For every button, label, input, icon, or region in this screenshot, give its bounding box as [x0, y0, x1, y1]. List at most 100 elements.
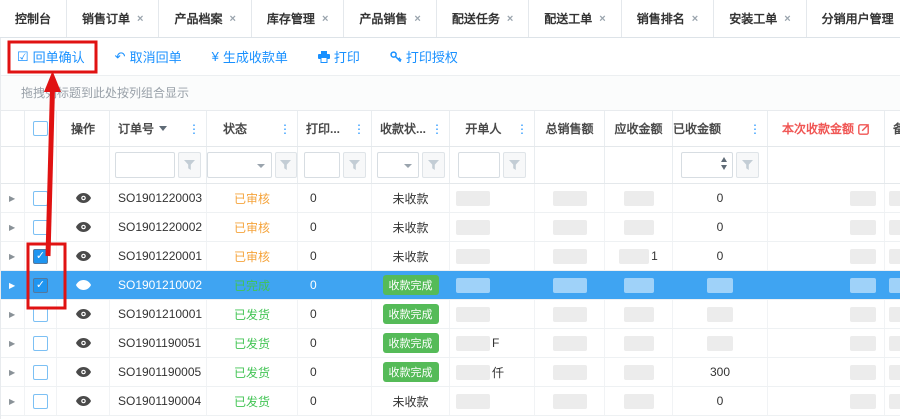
cancel-receipt-button[interactable]: ↶取消回单	[115, 47, 182, 66]
filter-funnel-button[interactable]	[422, 152, 445, 178]
view-icon[interactable]	[76, 367, 91, 377]
tab-close-icon[interactable]: ×	[322, 13, 328, 25]
row-checkbox[interactable]: ✓	[33, 278, 48, 293]
cell-action	[57, 271, 110, 299]
tab-销售订单[interactable]: 销售订单×	[67, 0, 159, 37]
spinner-down-icon[interactable]	[721, 165, 727, 170]
sort-desc-icon[interactable]	[159, 126, 167, 131]
header-receivable: 应收金额	[605, 111, 673, 146]
row-checkbox[interactable]	[33, 191, 48, 206]
filter-number-input[interactable]	[681, 152, 733, 178]
header-paystat[interactable]: 收款状...⋮	[372, 111, 450, 146]
row-checkbox[interactable]	[33, 307, 48, 322]
cell-received	[673, 300, 768, 328]
row-checkbox[interactable]	[33, 220, 48, 235]
row-expand-icon[interactable]: ▶	[9, 368, 15, 377]
filter-funnel-button[interactable]	[736, 152, 759, 178]
tab-close-icon[interactable]: ×	[599, 13, 605, 25]
view-icon[interactable]	[76, 280, 91, 290]
tab-销售排名[interactable]: 销售排名×	[622, 0, 714, 37]
tab-产品销售[interactable]: 产品销售×	[344, 0, 436, 37]
header-label-thispay: 本次收款金额	[782, 120, 870, 137]
view-icon[interactable]	[76, 396, 91, 406]
row-expand-icon[interactable]: ▶	[9, 252, 15, 261]
tab-close-icon[interactable]: ×	[692, 13, 698, 25]
tab-配送工单[interactable]: 配送工单×	[529, 0, 621, 37]
row-expand-icon[interactable]: ▶	[9, 194, 15, 203]
status-text: 已发货	[234, 306, 270, 323]
header-order[interactable]: 订单号⋮	[110, 111, 207, 146]
number-spinner[interactable]	[721, 157, 727, 170]
row-expand-icon[interactable]: ▶	[9, 310, 15, 319]
row-expand-icon[interactable]: ▶	[9, 397, 15, 406]
cell-this-payment	[768, 300, 885, 328]
cell-this-payment	[768, 242, 885, 270]
view-icon[interactable]	[76, 222, 91, 232]
filter-text-input[interactable]	[115, 152, 175, 178]
cell-order: SO1901220001	[110, 242, 207, 270]
opener-partial-text: F	[492, 336, 499, 350]
tab-配送任务[interactable]: 配送任务×	[437, 0, 529, 37]
column-menu-icon[interactable]: ⋮	[749, 122, 761, 136]
row-checkbox[interactable]: ✓	[33, 249, 48, 264]
generate-payment-doc-button[interactable]: ¥生成收款单	[212, 47, 288, 66]
column-menu-icon[interactable]: ⋮	[353, 122, 365, 136]
header-opener[interactable]: 开单人⋮	[450, 111, 535, 146]
view-icon[interactable]	[76, 193, 91, 203]
tab-close-icon[interactable]: ×	[414, 13, 420, 25]
row-expand-icon[interactable]: ▶	[9, 339, 15, 348]
table-row[interactable]: ▶SO1901190004已发货0未收款0	[1, 387, 900, 416]
redaction-smudge	[624, 365, 654, 380]
filter-funnel-button[interactable]	[343, 152, 366, 178]
cell-print-count: 0	[298, 184, 372, 212]
view-icon[interactable]	[76, 309, 91, 319]
print-auth-button[interactable]: 打印授权	[390, 47, 458, 66]
filter-funnel-button[interactable]	[178, 152, 201, 178]
tab-库存管理[interactable]: 库存管理×	[252, 0, 344, 37]
tab-安装工单[interactable]: 安装工单×	[714, 0, 806, 37]
table-row[interactable]: ▶SO1901210001已发货0收款完成	[1, 300, 900, 329]
row-checkbox[interactable]	[33, 365, 48, 380]
filter-select[interactable]	[377, 152, 419, 178]
filter-text-input[interactable]	[304, 152, 340, 178]
tab-控制台[interactable]: 控制台	[0, 0, 67, 37]
tab-close-icon[interactable]: ×	[137, 13, 143, 25]
header-print[interactable]: 打印...⋮	[298, 111, 372, 146]
tab-分销用户管理[interactable]: 分销用户管理×	[807, 0, 900, 37]
tab-close-icon[interactable]: ×	[507, 13, 513, 25]
print-count: 0	[306, 191, 317, 205]
filter-funnel-button[interactable]	[275, 152, 298, 178]
table-row[interactable]: ▶✓SO1901210002已完成0收款完成	[1, 271, 900, 300]
tab-产品档案[interactable]: 产品档案×	[159, 0, 251, 37]
row-checkbox[interactable]	[33, 394, 48, 409]
select-all-checkbox[interactable]	[33, 121, 48, 136]
redaction-smudge	[889, 220, 900, 235]
row-checkbox[interactable]	[33, 336, 48, 351]
header-received[interactable]: 已收金额⋮	[673, 111, 768, 146]
filter-select[interactable]	[207, 152, 272, 178]
confirm-receipt-button[interactable]: ☑回单确认	[17, 47, 85, 66]
table-row[interactable]: ▶SO1901190005已发货0收款完成仟300	[1, 358, 900, 387]
edit-icon[interactable]	[858, 123, 870, 135]
pay-status-badge: 收款完成	[383, 333, 439, 353]
cell-received	[673, 271, 768, 299]
table-row[interactable]: ▶SO1901190051已发货0收款完成F	[1, 329, 900, 358]
tab-close-icon[interactable]: ×	[229, 13, 235, 25]
filter-funnel-button[interactable]	[503, 152, 526, 178]
tab-close-icon[interactable]: ×	[784, 13, 790, 25]
row-expand-icon[interactable]: ▶	[9, 281, 15, 290]
filter-text-input[interactable]	[458, 152, 500, 178]
column-menu-icon[interactable]: ⋮	[188, 122, 200, 136]
view-icon[interactable]	[76, 251, 91, 261]
spinner-up-icon[interactable]	[721, 157, 727, 162]
table-row[interactable]: ▶✓SO1901220001已审核0未收款10	[1, 242, 900, 271]
row-expand-icon[interactable]: ▶	[9, 223, 15, 232]
table-row[interactable]: ▶SO1901220002已审核0未收款0	[1, 213, 900, 242]
column-menu-icon[interactable]: ⋮	[279, 122, 291, 136]
print-button[interactable]: 打印	[318, 47, 360, 66]
header-status[interactable]: 状态⋮	[207, 111, 298, 146]
table-row[interactable]: ▶SO1901220003已审核0未收款0	[1, 184, 900, 213]
view-icon[interactable]	[76, 338, 91, 348]
column-menu-icon[interactable]: ⋮	[516, 122, 528, 136]
column-menu-icon[interactable]: ⋮	[431, 122, 443, 136]
